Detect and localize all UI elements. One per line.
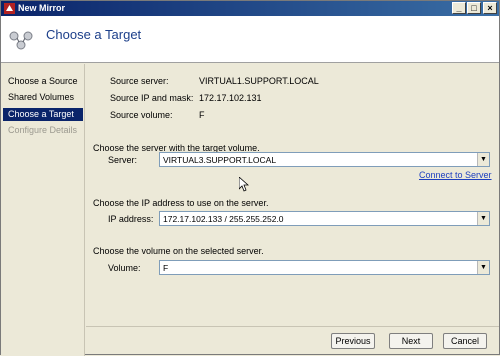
next-button[interactable]: Next <box>389 333 433 349</box>
cancel-button[interactable]: Cancel <box>443 333 487 349</box>
new-mirror-window: New Mirror _ □ × Choose a Target Choose … <box>0 0 500 356</box>
chevron-down-icon[interactable]: ▼ <box>477 261 489 274</box>
wizard-footer: Previous Next Cancel <box>86 326 499 354</box>
server-select[interactable]: VIRTUAL3.SUPPORT.LOCAL ▼ <box>159 152 490 167</box>
window-title: New Mirror <box>18 3 66 13</box>
nav-item-label: Choose a Source <box>8 76 78 86</box>
volume-select-value: F <box>163 263 169 273</box>
close-button[interactable]: × <box>483 2 497 14</box>
ip-section-title: Choose the IP address to use on the serv… <box>93 198 269 208</box>
volume-section-title: Choose the volume on the selected server… <box>93 246 264 256</box>
mouse-pointer-icon <box>239 177 249 192</box>
nav-item-shared-volumes[interactable]: Shared Volumes <box>3 91 83 104</box>
server-label: Server: <box>108 155 138 165</box>
minimize-button[interactable]: _ <box>452 2 466 14</box>
source-volume-value: F <box>199 110 205 120</box>
source-server-label: Source server: <box>110 76 169 86</box>
wizard-steps-nav: Choose a Source Shared Volumes Choose a … <box>1 64 85 356</box>
wizard-content: Source server: VIRTUAL1.SUPPORT.LOCAL So… <box>86 64 499 326</box>
chevron-down-icon[interactable]: ▼ <box>477 153 489 166</box>
page-title: Choose a Target <box>46 27 142 42</box>
volume-select[interactable]: F ▼ <box>159 260 490 275</box>
nav-item-label: Configure Details <box>8 125 78 135</box>
connect-to-server-link[interactable]: Connect to Server <box>419 170 492 180</box>
ip-address-select[interactable]: 172.17.102.133 / 255.255.252.0 ▼ <box>159 211 490 226</box>
title-bar: New Mirror _ □ × <box>1 1 499 16</box>
ip-address-select-value: 172.17.102.133 / 255.255.252.0 <box>163 214 284 224</box>
maximize-button[interactable]: □ <box>467 2 481 14</box>
previous-button[interactable]: Previous <box>331 333 375 349</box>
volume-label: Volume: <box>108 263 141 273</box>
wizard-header: Choose a Target <box>1 16 499 63</box>
chevron-down-icon[interactable]: ▼ <box>477 212 489 225</box>
network-nodes-icon <box>9 31 33 50</box>
nav-item-label: Shared Volumes <box>8 92 75 102</box>
nav-item-choose-target[interactable]: Choose a Target <box>3 108 83 121</box>
app-icon <box>4 3 15 14</box>
source-volume-label: Source volume: <box>110 110 173 120</box>
nav-item-choose-source[interactable]: Choose a Source <box>3 75 83 88</box>
server-select-value: VIRTUAL3.SUPPORT.LOCAL <box>163 155 277 165</box>
source-ip-label: Source IP and mask: <box>110 93 194 103</box>
ip-address-label: IP address: <box>108 214 154 224</box>
source-server-value: VIRTUAL1.SUPPORT.LOCAL <box>199 76 319 86</box>
source-ip-value: 172.17.102.131 <box>199 93 262 103</box>
nav-item-label: Choose a Target <box>8 109 74 119</box>
nav-item-configure-details: Configure Details <box>3 124 83 137</box>
